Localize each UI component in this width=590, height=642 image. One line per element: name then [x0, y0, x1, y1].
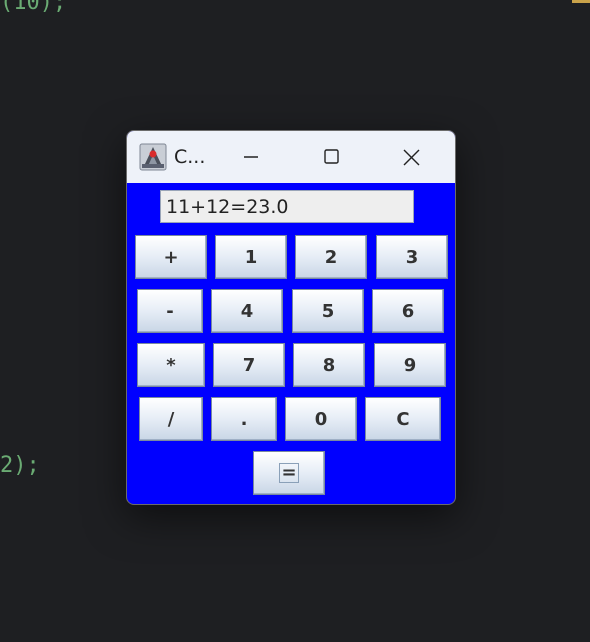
equals-button[interactable]: =: [253, 451, 325, 495]
java-app-icon: [139, 143, 167, 171]
digit-0-button[interactable]: 0: [285, 397, 357, 441]
digit-8-button[interactable]: 8: [293, 343, 365, 387]
minus-button[interactable]: -: [137, 289, 203, 333]
plus-button[interactable]: +: [135, 235, 207, 279]
editor-code-line-top: (10);: [0, 0, 67, 15]
digit-4-button[interactable]: 4: [211, 289, 283, 333]
digit-5-button[interactable]: 5: [292, 289, 364, 333]
editor-code-line-mid: 2);: [0, 453, 40, 478]
minimize-button[interactable]: [231, 141, 271, 173]
maximize-button[interactable]: [311, 141, 351, 173]
title-bar[interactable]: C...: [127, 131, 455, 183]
multiply-button[interactable]: *: [137, 343, 205, 387]
digit-7-button[interactable]: 7: [213, 343, 285, 387]
equals-label: =: [279, 462, 299, 483]
editor-accent-marker: [572, 0, 590, 3]
digit-6-button[interactable]: 6: [372, 289, 444, 333]
digit-3-button[interactable]: 3: [376, 235, 448, 279]
calculator-window: C... 11+12=23.0 + 1 2 3 - 4 5 6 * 7 8 9 …: [126, 130, 456, 505]
clear-button[interactable]: C: [365, 397, 441, 441]
maximize-icon: [324, 149, 339, 164]
divide-button[interactable]: /: [139, 397, 203, 441]
window-title: C...: [174, 146, 206, 168]
digit-2-button[interactable]: 2: [295, 235, 367, 279]
close-icon: [403, 149, 420, 166]
digit-1-button[interactable]: 1: [215, 235, 287, 279]
digit-9-button[interactable]: 9: [374, 343, 446, 387]
minimize-icon: [244, 156, 258, 158]
calculator-display[interactable]: 11+12=23.0: [160, 190, 414, 223]
decimal-point-button[interactable]: .: [211, 397, 277, 441]
close-button[interactable]: [391, 141, 431, 173]
